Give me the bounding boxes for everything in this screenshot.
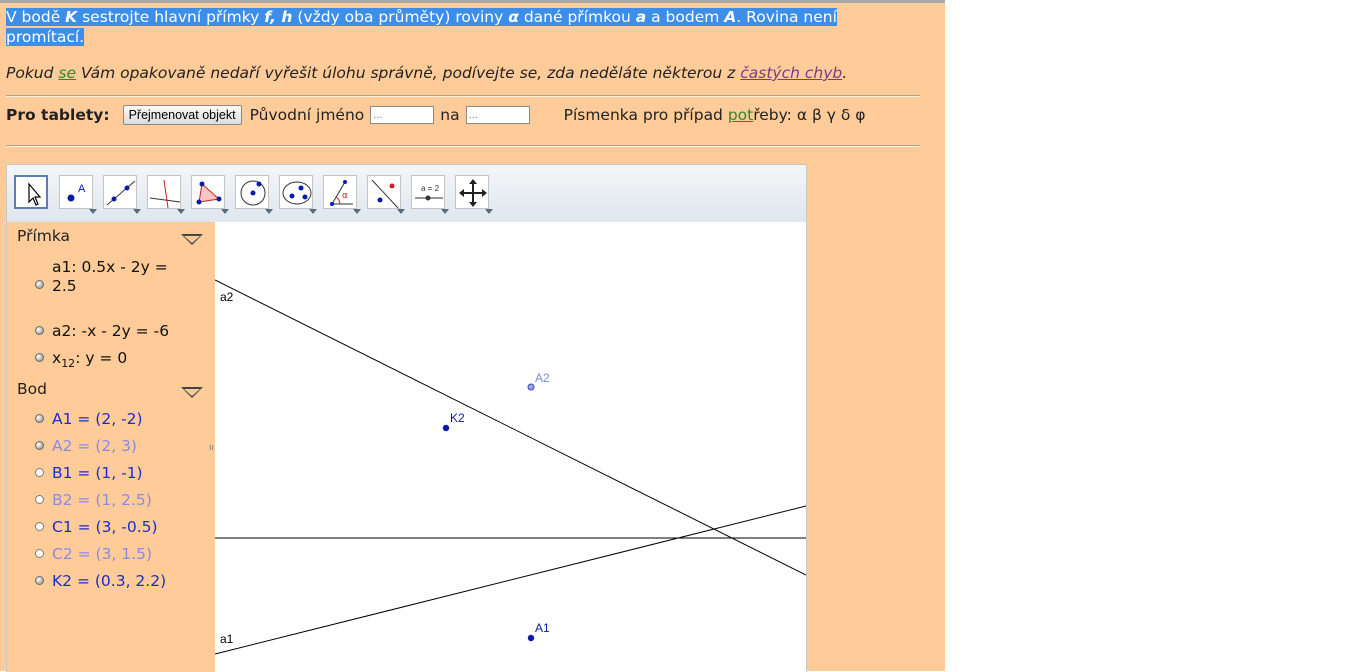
visibility-toggle-B1[interactable]: [35, 468, 44, 477]
task-lines-fh: f, h: [264, 8, 293, 26]
svg-text:α: α: [342, 191, 348, 201]
graphics-canvas[interactable]: a2 a1 A2 K2 A1: [215, 222, 806, 672]
algebra-item-B1[interactable]: B1 = (1, -1): [52, 464, 143, 483]
visibility-toggle-C1[interactable]: [35, 522, 44, 531]
polygon-tool-button[interactable]: [191, 175, 229, 214]
svg-text:A: A: [78, 183, 86, 195]
slider-icon: a = 2: [415, 184, 443, 201]
algebra-item-a2[interactable]: a2: -x - 2y = -6: [52, 322, 169, 341]
task-line-a: a: [635, 8, 647, 26]
line-a2[interactable]: [215, 279, 806, 576]
letters-text: Písmenka pro případ potřeby: α β γ δ φ: [563, 106, 866, 124]
svg-text:a = 2: a = 2: [421, 184, 440, 193]
polygon-icon: [196, 181, 222, 205]
original-name-input[interactable]: [370, 106, 435, 124]
angle-icon: α: [330, 180, 353, 206]
group-header-line[interactable]: Přímka: [17, 227, 70, 245]
algebra-item-C1[interactable]: C1 = (3, -0.5): [52, 518, 158, 537]
visibility-toggle-A2[interactable]: [35, 441, 44, 450]
geogebra-toolbar: A α a = 2: [7, 165, 806, 222]
point-K2[interactable]: [442, 424, 450, 432]
visibility-toggle-B2[interactable]: [35, 495, 44, 504]
graphics-view[interactable]: a2 a1 A2 K2 A1: [215, 222, 806, 672]
algebra-item-x12[interactable]: x12: y = 0: [52, 349, 127, 373]
top-border: [0, 0, 945, 3]
visibility-toggle-A1[interactable]: [35, 414, 44, 423]
visibility-toggle-a2[interactable]: [35, 326, 44, 335]
ellipse-icon: [282, 181, 312, 205]
point-tool-button[interactable]: A: [59, 175, 97, 214]
algebra-item-A2[interactable]: A2 = (2, 3): [52, 437, 137, 456]
circle-tool-button[interactable]: [235, 175, 273, 214]
line-through-points-icon: [106, 180, 136, 206]
new-name-label: na: [440, 106, 460, 124]
arrow-cursor-icon: [28, 182, 42, 206]
collapse-line-group-icon[interactable]: [181, 234, 203, 245]
visibility-toggle-x12[interactable]: [35, 353, 44, 362]
collapse-point-group-icon[interactable]: [181, 387, 203, 398]
task-point-K: K: [65, 8, 78, 26]
group-header-point[interactable]: Bod: [17, 380, 47, 398]
line-a1[interactable]: [215, 505, 806, 655]
point-A2[interactable]: [527, 383, 535, 391]
circle-icon: [240, 180, 266, 206]
visibility-toggle-C2[interactable]: [35, 549, 44, 558]
task-plane-alpha: α: [508, 8, 519, 26]
move-arrows-icon: [459, 179, 487, 207]
line-tool-button[interactable]: [103, 175, 141, 214]
hint-link-se[interactable]: se: [58, 64, 76, 82]
reflect-tool-button[interactable]: [367, 175, 405, 214]
point-A1[interactable]: [527, 634, 535, 642]
rename-object-button[interactable]: Přejmenovat objekt: [122, 105, 242, 125]
move-tool-button[interactable]: [14, 175, 48, 209]
reflect-about-line-icon: [371, 179, 399, 209]
hint-text: Pokud se Vám opakovaně nedaří vyřešit úl…: [6, 64, 848, 82]
algebra-view: Přímka a1: 0.5x - 2y = 2.5 a2: -x - 2y = …: [7, 222, 207, 672]
algebra-item-C2[interactable]: C2 = (3, 1.5): [52, 545, 152, 564]
perpendicular-tool-button[interactable]: [147, 175, 185, 214]
visibility-toggle-K2[interactable]: [35, 576, 44, 585]
task-point-A: A: [724, 8, 737, 26]
angle-tool-button[interactable]: α: [323, 175, 361, 214]
original-name-label: Původní jméno: [249, 106, 365, 124]
point-icon: A: [67, 183, 86, 202]
label-a2: a2: [220, 290, 234, 304]
label-a1: a1: [220, 632, 234, 646]
label-A1: A1: [535, 621, 550, 635]
task-text: V bodě K sestrojte hlavní přímky f, h (v…: [6, 8, 837, 46]
new-name-input[interactable]: [465, 106, 530, 124]
algebra-item-A1[interactable]: A1 = (2, -2): [52, 410, 143, 429]
move-view-tool-button[interactable]: [455, 175, 493, 214]
label-K2: K2: [450, 411, 465, 425]
label-A2: A2: [535, 371, 550, 385]
geogebra-applet: A α a = 2 Přímka a1: 0.5x - 2y = 2.5 a2:…: [6, 164, 807, 672]
hint-link-common-errors[interactable]: častých chyb: [740, 64, 842, 82]
algebra-item-a1[interactable]: a1: 0.5x - 2y = 2.5: [52, 258, 168, 296]
tablet-label: Pro tablety:: [6, 106, 110, 124]
perpendicular-line-icon: [149, 179, 181, 209]
tablet-rename-row: Pro tablety: Přejmenovat objekt Původní …: [6, 105, 866, 125]
divider-top: [6, 95, 920, 97]
algebra-item-K2[interactable]: K2 = (0.3, 2.2): [52, 572, 166, 591]
conic-tool-button[interactable]: [279, 175, 317, 214]
slider-tool-button[interactable]: a = 2: [411, 175, 449, 214]
algebra-item-B2[interactable]: B2 = (1, 2.5): [52, 491, 152, 510]
visibility-toggle-a1[interactable]: [35, 280, 44, 289]
splitter-grip-icon[interactable]: ıı: [209, 443, 214, 453]
letters-link[interactable]: pot: [728, 106, 753, 124]
divider-bottom: [6, 145, 920, 147]
